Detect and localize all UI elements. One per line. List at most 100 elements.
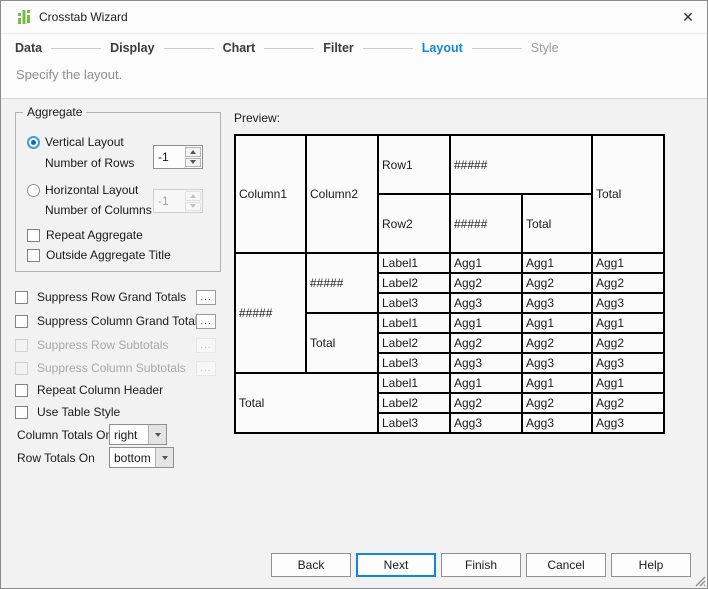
preview-cell: Agg2: [521, 332, 593, 354]
rows-spin-up-button[interactable]: [185, 147, 201, 157]
suppress-column-subtotals-label: Suppress Column Subtotals: [37, 361, 186, 375]
tab-filter[interactable]: Filter: [323, 41, 354, 55]
preview-table: Column1 Column2 Row1 ##### Total Row2 ##…: [234, 134, 665, 434]
help-button[interactable]: Help: [611, 553, 691, 577]
chevron-down-icon: [161, 455, 168, 460]
tab-style[interactable]: Style: [531, 41, 559, 55]
preview-cell: Agg1: [591, 372, 665, 394]
page-subtitle: Specify the layout.: [16, 67, 123, 82]
step-connector: [264, 47, 315, 49]
column-totals-on-select[interactable]: right: [109, 424, 167, 445]
preview-cell: Agg1: [521, 372, 593, 394]
step-connector: [51, 47, 102, 49]
repeat-column-header-checkbox[interactable]: [15, 384, 28, 397]
preview-cell: Label3: [377, 292, 451, 314]
tab-chart[interactable]: Chart: [223, 41, 256, 55]
preview-cell: #####: [449, 193, 523, 254]
rows-spin-down-button[interactable]: [185, 157, 201, 167]
preview-cell: Label2: [377, 272, 451, 294]
triangle-up-icon: [190, 193, 196, 198]
resize-grip[interactable]: [693, 574, 706, 587]
preview-cell: Agg1: [449, 252, 523, 274]
title-bar: Crosstab Wizard ✕: [1, 1, 707, 34]
preview-cell: Label2: [377, 332, 451, 354]
chevron-down-icon: [154, 432, 161, 437]
columns-spin-down-button: [185, 201, 201, 211]
preview-cell: Agg2: [449, 332, 523, 354]
row-totals-on-select[interactable]: bottom: [109, 447, 174, 468]
suppress-column-subtotals-more-button: ...: [196, 361, 216, 376]
repeat-aggregate-checkbox[interactable]: [27, 229, 40, 242]
suppress-row-grand-totals-more-button[interactable]: ...: [196, 290, 216, 305]
preview-cell: Label1: [377, 372, 451, 394]
step-connector: [471, 47, 522, 49]
close-icon: ✕: [682, 9, 694, 25]
horizontal-layout-label: Horizontal Layout: [45, 183, 139, 197]
preview-cell: #####: [305, 252, 379, 314]
preview-cell: #####: [234, 252, 307, 374]
step-connector: [362, 47, 413, 49]
preview-cell: Row1: [377, 134, 451, 195]
suppress-row-subtotals-label: Suppress Row Subtotals: [37, 338, 169, 352]
preview-cell: Agg3: [449, 352, 523, 374]
preview-cell: Agg2: [591, 392, 665, 414]
outside-aggregate-title-label: Outside Aggregate Title: [46, 248, 171, 262]
next-button[interactable]: Next: [356, 553, 436, 577]
row-totals-on-label: Row Totals On: [17, 451, 95, 465]
preview-cell: Column2: [305, 134, 379, 254]
row-totals-on-value: bottom: [114, 451, 151, 465]
tab-layout[interactable]: Layout: [422, 41, 463, 55]
vertical-layout-label: Vertical Layout: [45, 135, 124, 149]
number-of-rows-input[interactable]: [154, 146, 184, 168]
column-totals-on-value: right: [114, 428, 138, 442]
use-table-style-checkbox[interactable]: [15, 406, 28, 419]
preview-cell: Agg1: [449, 312, 523, 334]
repeat-aggregate-label: Repeat Aggregate: [46, 228, 143, 242]
suppress-row-grand-totals-label: Suppress Row Grand Totals: [37, 290, 187, 304]
triangle-down-icon: [190, 204, 196, 209]
close-button[interactable]: ✕: [675, 4, 701, 30]
preview-cell: Agg2: [521, 272, 593, 294]
number-of-rows-label: Number of Rows: [45, 156, 135, 170]
suppress-column-grand-totals-more-button[interactable]: ...: [196, 314, 216, 329]
suppress-row-subtotals-checkbox: [15, 339, 28, 352]
suppress-column-subtotals-checkbox: [15, 362, 28, 375]
preview-cell: Agg3: [449, 292, 523, 314]
preview-cell: Label3: [377, 412, 451, 434]
crosstab-chart-icon: [18, 10, 30, 24]
preview-cell: Agg3: [521, 352, 593, 374]
preview-cell: Total: [234, 372, 379, 434]
step-connector: [163, 47, 214, 49]
dialog-body: Aggregate Vertical Layout Number of Rows…: [1, 98, 707, 588]
preview-label: Preview:: [234, 111, 281, 125]
preview-cell: Column1: [234, 134, 307, 254]
preview-cell: Label1: [377, 312, 451, 334]
vertical-layout-radio[interactable]: [27, 136, 40, 149]
tab-data[interactable]: Data: [15, 41, 42, 55]
number-of-rows-spinner[interactable]: [153, 145, 203, 169]
column-totals-on-label: Column Totals On: [17, 428, 113, 442]
outside-aggregate-title-checkbox[interactable]: [27, 249, 40, 262]
horizontal-layout-radio[interactable]: [27, 184, 40, 197]
preview-cell: Agg3: [521, 292, 593, 314]
triangle-up-icon: [190, 149, 196, 154]
cancel-button[interactable]: Cancel: [526, 553, 606, 577]
preview-cell: Total: [591, 134, 665, 254]
tab-display[interactable]: Display: [110, 41, 154, 55]
back-button[interactable]: Back: [271, 553, 351, 577]
preview-cell: Agg3: [591, 292, 665, 314]
preview-cell: Agg2: [449, 392, 523, 414]
window-title: Crosstab Wizard: [39, 10, 128, 24]
preview-cell: Total: [521, 193, 593, 254]
crosstab-wizard-dialog: Crosstab Wizard ✕ Data Display Chart Fil…: [0, 0, 708, 589]
preview-cell: Agg2: [591, 272, 665, 294]
preview-cell: Total: [305, 312, 379, 374]
preview-cell: Agg1: [521, 252, 593, 274]
preview-cell: Agg1: [521, 312, 593, 334]
preview-cell: Agg1: [449, 372, 523, 394]
suppress-column-grand-totals-checkbox[interactable]: [15, 315, 28, 328]
finish-button[interactable]: Finish: [441, 553, 521, 577]
preview-cell: Agg1: [591, 252, 665, 274]
preview-cell: Label1: [377, 252, 451, 274]
suppress-row-grand-totals-checkbox[interactable]: [15, 291, 28, 304]
